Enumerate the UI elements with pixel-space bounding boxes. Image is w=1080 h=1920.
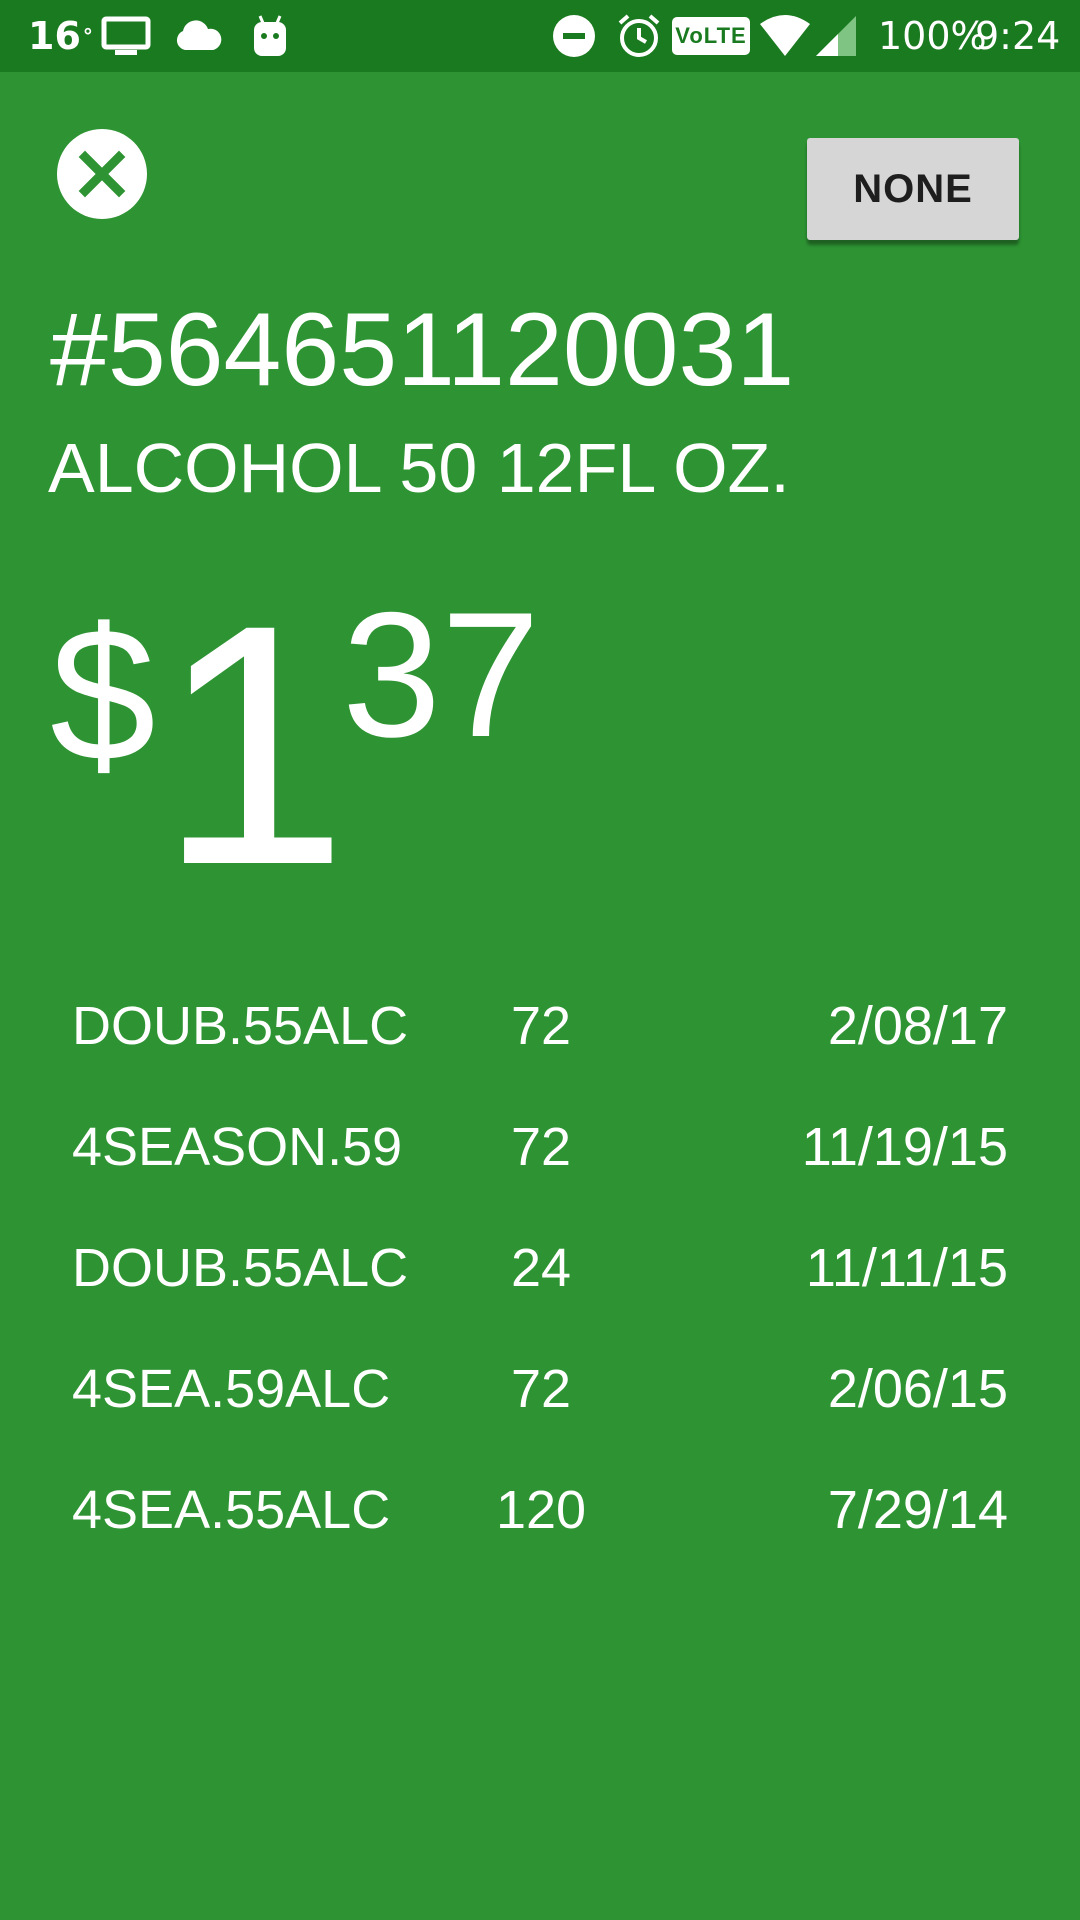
item-number: #564651120031: [50, 292, 795, 408]
history-row: DOUB.55ALC 24 11/11/15: [0, 1212, 1080, 1333]
close-icon: [78, 150, 126, 198]
purchase-history-list: DOUB.55ALC 72 2/08/17 4SEASON.59 72 11/1…: [0, 970, 1080, 1575]
history-item-date: 11/11/15: [805, 1238, 1008, 1298]
none-button[interactable]: NONE: [807, 138, 1019, 240]
monitor-icon: [101, 0, 151, 72]
history-row: 4SEA.59ALC 72 2/06/15: [0, 1333, 1080, 1454]
history-item-quantity: 120: [495, 1480, 587, 1540]
volte-icon: VoLTE: [672, 17, 750, 55]
cell-signal-icon: [812, 0, 858, 72]
history-row: 4SEASON.59 72 11/19/15: [0, 1091, 1080, 1212]
temperature-unit: °: [82, 24, 93, 48]
price-cents: 37: [342, 575, 540, 774]
do-not-disturb-icon: [552, 0, 596, 72]
item-description: ALCOHOL 50 12FL OZ.: [48, 429, 790, 507]
cloud-icon: [173, 0, 223, 72]
status-bar: 16 ° VoLTE 100% 9:24: [0, 0, 1080, 72]
history-item-name: DOUB.55ALC: [72, 996, 409, 1056]
temperature: 16 °: [28, 0, 93, 72]
android-icon: [252, 0, 288, 72]
clock: 9:24: [975, 14, 1061, 58]
battery-percent: 100%: [878, 14, 987, 58]
history-item-name: DOUB.55ALC: [72, 1238, 409, 1298]
history-item-date: 11/19/15: [801, 1117, 1008, 1177]
history-row: 4SEA.55ALC 120 7/29/14: [0, 1454, 1080, 1575]
wifi-icon: [758, 0, 812, 72]
alarm-icon: [616, 0, 662, 72]
history-item-quantity: 24: [510, 1238, 572, 1298]
temperature-value: 16: [28, 14, 81, 58]
close-button[interactable]: [57, 129, 147, 219]
history-row: DOUB.55ALC 72 2/08/17: [0, 970, 1080, 1091]
history-item-name: 4SEA.55ALC: [72, 1480, 391, 1540]
history-item-name: 4SEA.59ALC: [72, 1359, 391, 1419]
price-dollars: 1: [158, 554, 349, 936]
price-currency: $: [50, 589, 156, 801]
history-item-name: 4SEASON.59: [72, 1117, 403, 1177]
history-item-quantity: 72: [510, 1359, 572, 1419]
history-item-quantity: 72: [510, 996, 572, 1056]
history-item-date: 7/29/14: [827, 1480, 1008, 1540]
history-item-quantity: 72: [510, 1117, 572, 1177]
history-item-date: 2/08/17: [827, 996, 1008, 1056]
history-item-date: 2/06/15: [827, 1359, 1008, 1419]
